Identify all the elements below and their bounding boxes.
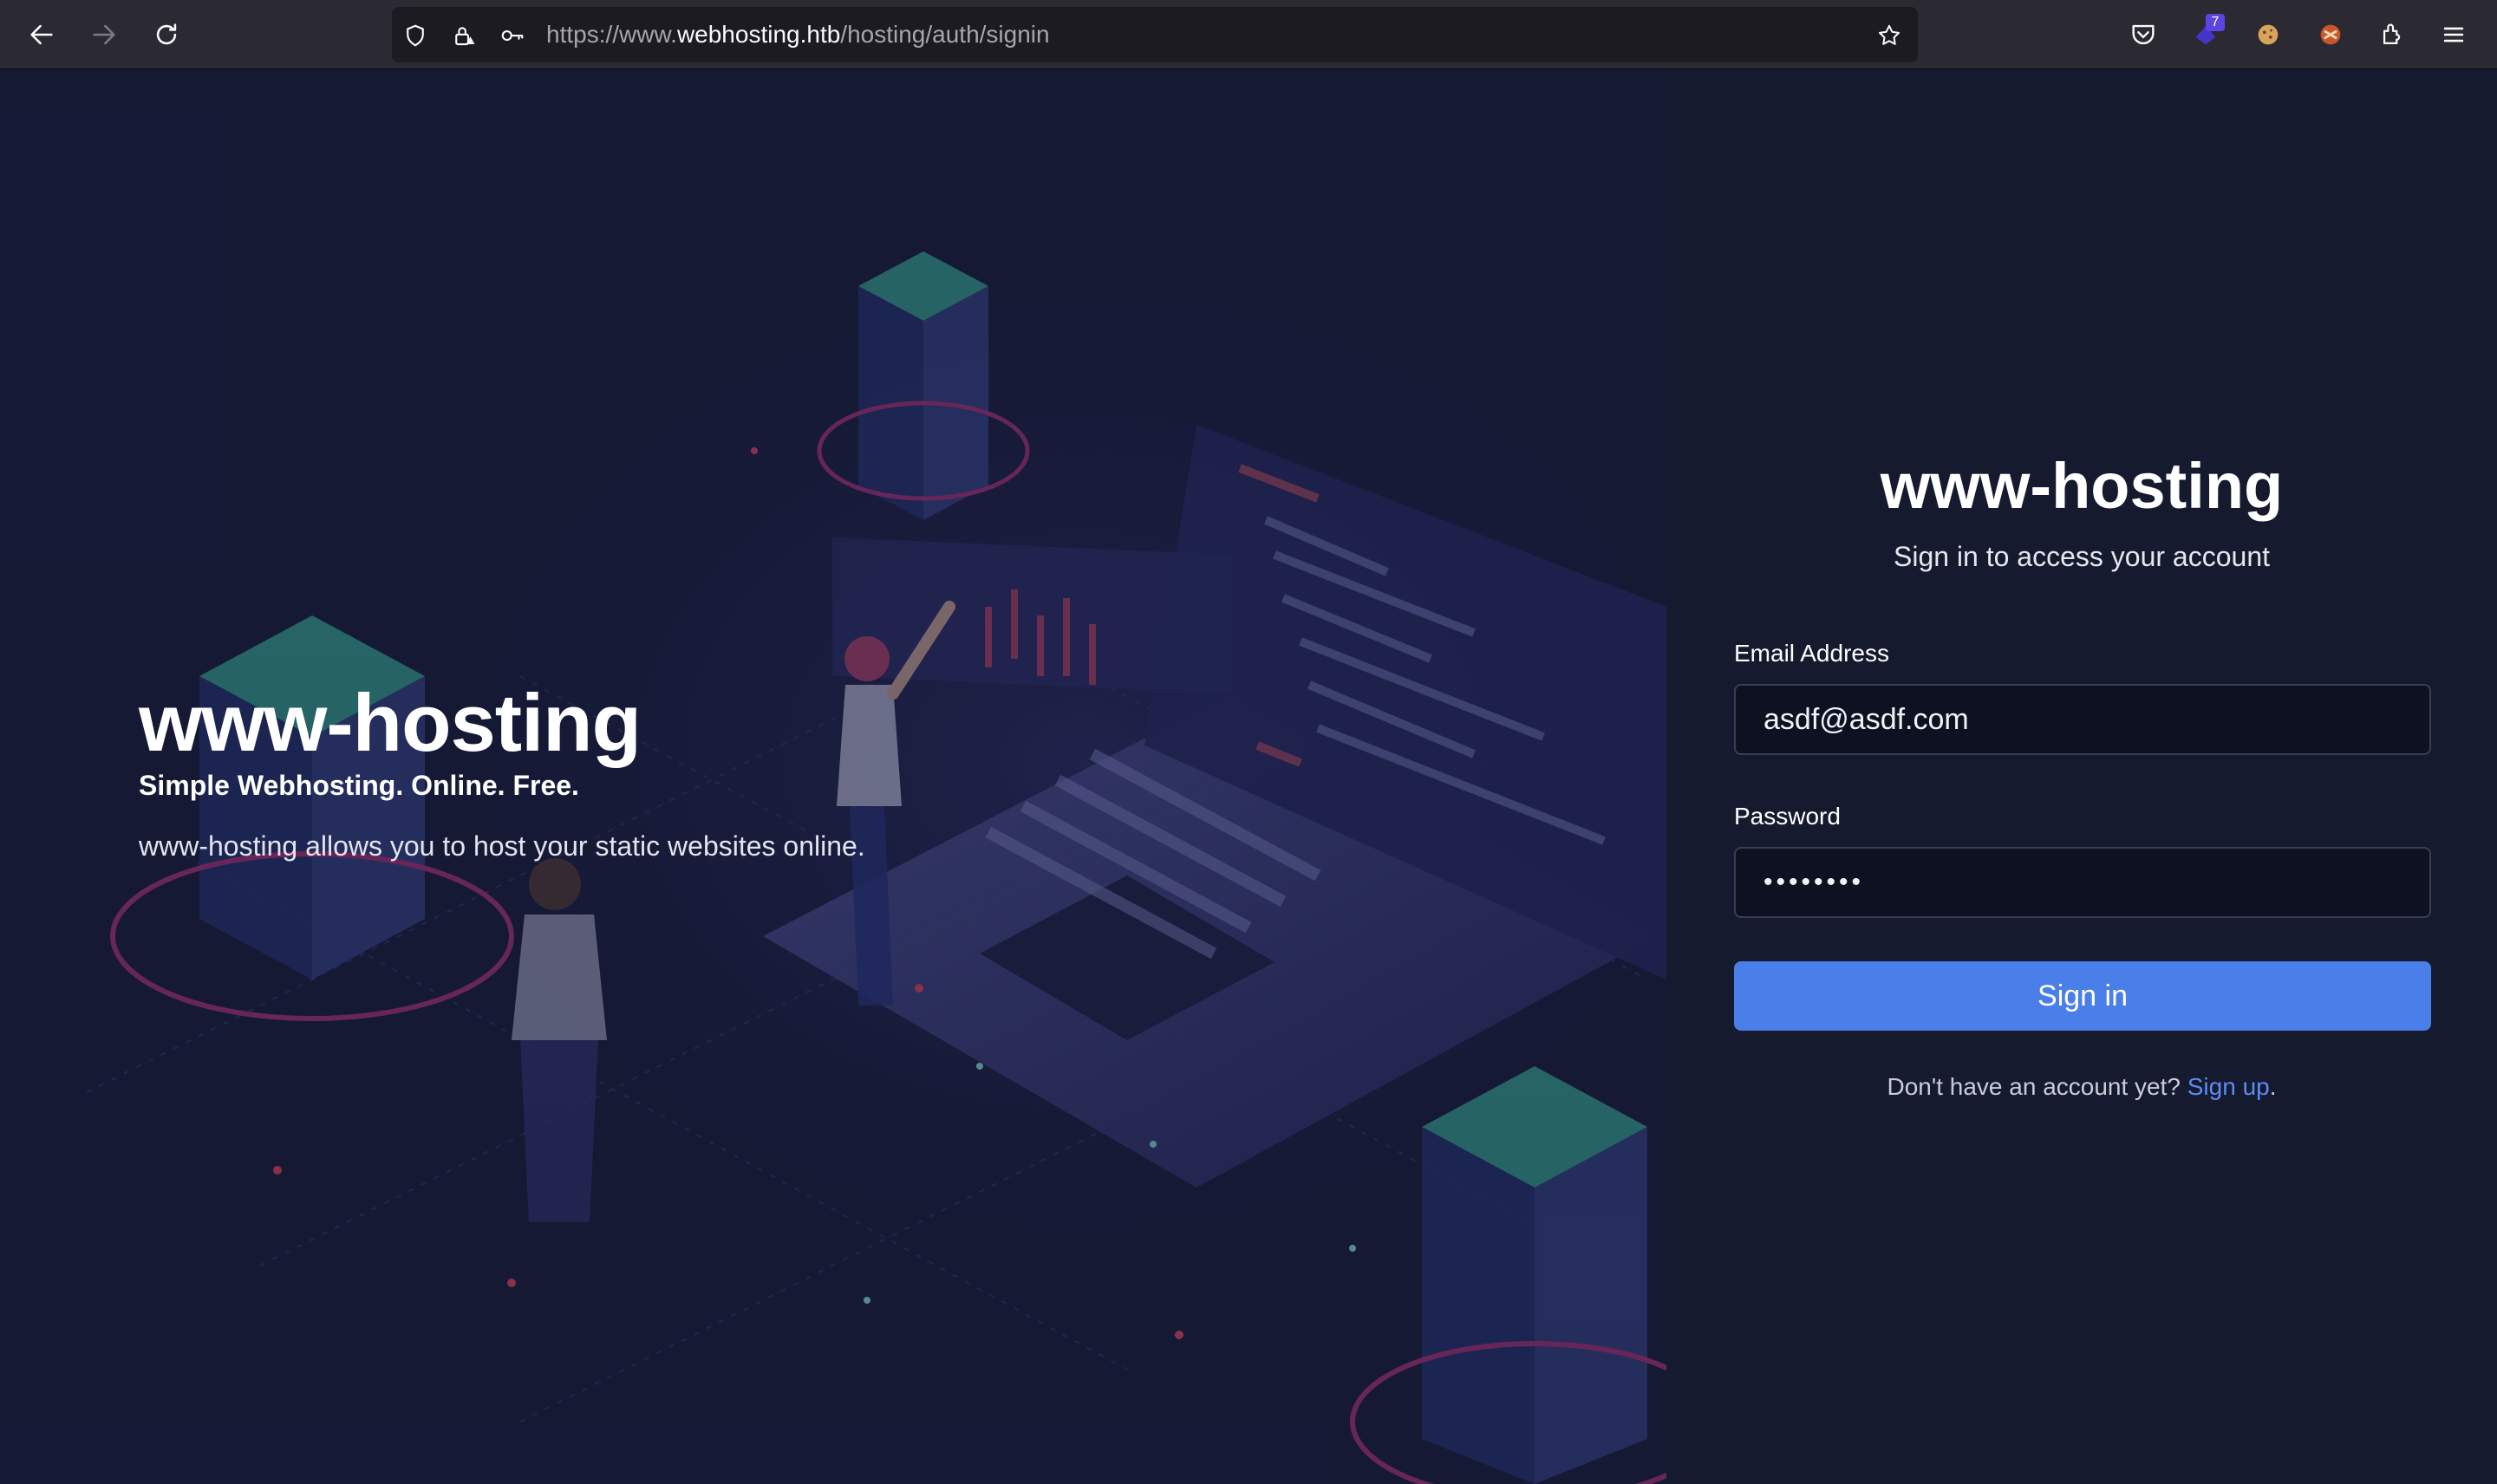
extensions-puzzle-icon [2383, 23, 2401, 45]
brand-title: www-hosting [1880, 450, 2284, 522]
url-host: webhosting.htb [676, 21, 841, 48]
extension-button-badge[interactable]: 7 [2187, 14, 2225, 54]
reload-button[interactable] [147, 16, 186, 54]
key-icon[interactable] [499, 23, 525, 49]
signin-panel: www-hosting Sign in to access your accou… [1666, 69, 2497, 1484]
signup-link[interactable]: Sign up [2187, 1073, 2270, 1100]
url-path: /hosting/auth/signin [840, 21, 1050, 48]
cookie-extension-button[interactable] [2249, 16, 2287, 54]
password-field[interactable]: •••••••• [1734, 847, 2431, 918]
extension-count-badge: 7 [2206, 14, 2225, 31]
signin-button[interactable]: Sign in [1734, 961, 2431, 1031]
hero-title: www-hosting [139, 677, 642, 768]
insecure-lock-icon[interactable] [451, 23, 477, 49]
pocket-icon [2132, 24, 2155, 45]
email-label: Email Address [1734, 640, 1889, 667]
extensions-button[interactable] [2374, 16, 2412, 54]
url-text[interactable]: https://www.webhosting.htb/hosting/auth/… [546, 21, 1050, 49]
reload-icon [156, 23, 177, 45]
cookie-icon [2258, 24, 2279, 45]
browser-toolbar: https://www.webhosting.htb/hosting/auth/… [0, 0, 2497, 69]
signup-prompt: Don't have an account yet? Sign up. [1666, 1073, 2497, 1101]
password-label: Password [1734, 803, 1841, 830]
shield-icon[interactable] [402, 23, 428, 49]
app-menu-button[interactable] [2435, 16, 2473, 54]
signup-prompt-period: . [2269, 1073, 2277, 1100]
hero-tagline: Simple Webhosting. Online. Free. [139, 770, 579, 801]
forward-arrow-icon [93, 24, 115, 45]
url-bar[interactable]: https://www.webhosting.htb/hosting/auth/… [392, 7, 1918, 62]
signup-prompt-text: Don't have an account yet? [1887, 1073, 2187, 1100]
email-field[interactable]: asdf@asdf.com [1734, 684, 2431, 755]
back-button[interactable] [23, 16, 61, 54]
bookmark-star-icon[interactable] [1876, 23, 1902, 49]
addon-icon [2320, 24, 2341, 45]
hamburger-menu-icon [2443, 27, 2464, 42]
url-scheme: https://www. [546, 21, 677, 48]
addon-extension-button[interactable] [2311, 16, 2350, 54]
back-arrow-icon [30, 24, 53, 45]
forward-button[interactable] [85, 16, 123, 54]
hero-description: www-hosting allows you to host your stat… [139, 830, 865, 862]
pocket-button[interactable] [2124, 16, 2162, 54]
signin-subtitle: Sign in to access your account [1893, 541, 2270, 572]
hero-section: www-hosting Simple Webhosting. Online. F… [0, 69, 1666, 1484]
